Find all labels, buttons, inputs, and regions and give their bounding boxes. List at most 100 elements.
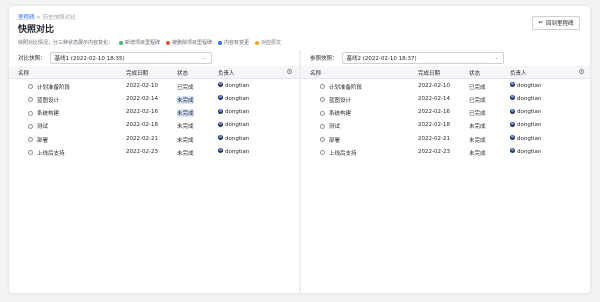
avatar [218,95,223,101]
row-name-cell: 计划准备阶段 [320,83,362,91]
row-owner-cell: dongtian [218,148,250,155]
row-status: 未完成 [469,124,486,131]
row-date: 2022-02-16 [126,109,158,116]
row-name-cell: 蓝图设计 [28,96,59,104]
table-header: 名称 完成日期 状态 负责人 ⚙ [9,66,299,79]
avatar [510,95,515,101]
milestone-circle-icon [320,123,325,129]
row-name: 计划准备阶段 [37,84,71,91]
reference-snapshot-value: 基线2 (2022-02-10 18:37) [346,56,417,62]
row-owner-cell: dongtian [510,82,542,89]
column-header-status: 状态 [469,71,481,77]
gear-icon[interactable]: ⚙ [577,68,586,77]
avatar [510,121,515,127]
milestone-circle-icon [28,150,33,156]
row-status: 未完成 [177,137,194,144]
column-header-status: 状态 [177,71,189,77]
row-status: 未完成 [469,137,486,144]
table-row[interactable]: 蓝图设计 2022-02-14 已完成 dongtian [301,92,590,105]
column-header-name: 名称 [18,71,30,77]
table-body: 计划准备阶段 2022-02-10 已完成 dongtian 蓝图设计 2022-02-1… [301,79,590,159]
row-owner: dongtian [225,95,250,102]
avatar [510,82,515,87]
reference-snapshot-pane: 参照快照： 基线2 (2022-02-10 18:37) ⌄ 名称 完成日期 状… [301,50,590,293]
row-name-cell: 蓝图设计 [320,96,351,104]
orange-dot-icon [255,40,260,45]
row-owner: dongtian [517,95,542,102]
avatar [218,121,223,127]
table-row[interactable]: 测试 2022-02-18 未完成 dongtian [9,119,299,132]
row-date: 2022-02-21 [126,135,158,142]
table-row[interactable]: 部署 2022-02-21 未完成 dongtian [301,132,590,145]
table-row[interactable]: 蓝图设计 2022-02-14 未完成 dongtian [9,92,299,105]
row-owner: dongtian [517,109,542,116]
table-row[interactable]: 系统构建 2022-02-16 已完成 dongtian [301,106,590,119]
row-status: 未完成 [177,95,194,104]
column-header-date: 完成日期 [126,71,149,77]
row-owner: dongtian [225,148,250,155]
compare-snapshot-select[interactable]: 基线1 (2022-02-10 18:35) ⌄ [49,52,212,64]
row-status: 已完成 [469,84,486,91]
table-row[interactable]: 系统构建 2022-02-16 未完成 dongtian [9,106,299,119]
milestone-circle-icon [28,137,33,143]
avatar [218,148,223,154]
table-row[interactable]: 计划准备阶段 2022-02-10 已完成 dongtian [301,79,590,92]
row-name-cell: 系统构建 [28,109,59,117]
legend-label: 内容有变更 [224,40,250,46]
snapshot-compare-card: 里程碑 > 历史快照对比 快照对比 快照对比情况，分三种状态展示内容变化： 新增… [9,6,590,293]
row-name: 测试 [329,124,341,131]
avatar [218,108,223,114]
row-owner-cell: dongtian [510,108,542,116]
breadcrumb: 里程碑 > 历史快照对比 [18,13,76,21]
legend-label: 新增项目里程碑 [125,40,161,46]
row-date: 2022-02-10 [418,82,450,89]
avatar [510,135,515,141]
row-date: 2022-02-16 [418,109,450,116]
milestone-circle-icon [320,137,325,143]
row-status: 已完成 [469,111,486,118]
legend-label: 对应原文 [261,40,282,46]
row-date: 2022-02-14 [418,95,450,102]
row-name: 测试 [37,124,49,131]
row-owner-cell: dongtian [510,95,542,102]
gear-icon[interactable]: ⚙ [285,68,294,77]
row-name: 部署 [329,137,341,144]
reference-snapshot-select[interactable]: 基线2 (2022-02-10 18:37) ⌄ [341,52,504,64]
row-owner: dongtian [225,109,250,116]
table-row[interactable]: 上线后支持 2022-02-23 未完成 dongtian [301,145,590,158]
chevron-down-icon: ⌄ [202,55,207,61]
row-owner: dongtian [517,82,542,89]
red-dot-icon [166,40,171,45]
reference-snapshot-label: 参照快照： [310,56,338,62]
milestone-circle-icon [320,110,325,116]
table-row[interactable]: 上线后支持 2022-02-23 未完成 dongtian [9,145,299,158]
table-row[interactable]: 计划准备阶段 2022-02-10 已完成 dongtian [9,79,299,92]
legend-label: 被删除项目里程碑 [172,40,213,46]
page-title: 快照对比 [18,25,55,35]
row-name-cell: 测试 [320,122,340,130]
table-row[interactable]: 部署 2022-02-21 未完成 dongtian [9,132,299,145]
row-name-cell: 计划准备阶段 [28,83,70,91]
back-to-milestone-button[interactable]: ⇐ 回到里程碑 [532,16,580,30]
row-status: 未完成 [469,150,486,157]
row-owner-cell: dongtian [218,95,250,102]
milestone-circle-icon [320,150,325,156]
row-owner-cell: dongtian [510,135,541,142]
avatar [510,108,515,114]
row-owner: dongtian [517,122,542,129]
row-name: 部署 [37,137,49,144]
row-date: 2022-02-10 [126,82,158,89]
row-name: 蓝图设计 [37,97,60,104]
green-dot-icon [119,40,124,45]
table-row[interactable]: 测试 2022-02-18 未完成 dongtian [301,119,590,132]
row-name-cell: 部署 [320,136,340,144]
compare-snapshot-control: 对比快照： 基线1 (2022-02-10 18:35) ⌄ [9,50,299,66]
breadcrumb-separator: > [34,15,43,21]
row-status: 已完成 [469,97,486,104]
legend-item-changed: 内容有变更 [218,39,249,46]
breadcrumb-link-milestone[interactable]: 里程碑 [18,15,35,21]
row-status: 未完成 [177,109,194,118]
back-button-label: 回到里程碑 [546,21,574,27]
row-owner-cell: dongtian [510,121,542,129]
row-date: 2022-02-21 [418,135,450,142]
